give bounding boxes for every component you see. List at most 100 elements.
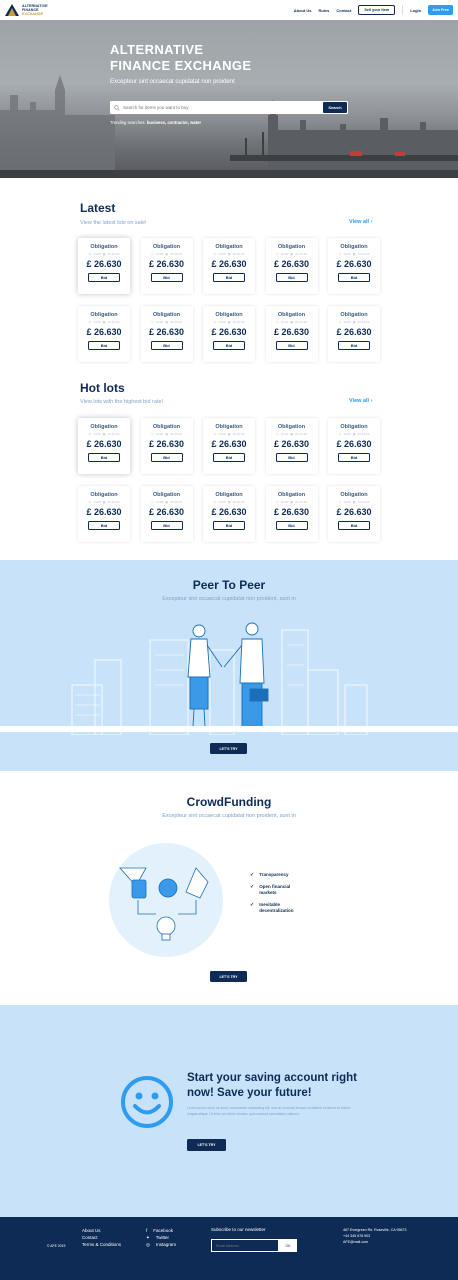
bid-button[interactable]: Bid	[88, 341, 120, 350]
bid-button[interactable]: Bid	[338, 273, 370, 282]
nav-rules[interactable]: Rules	[319, 8, 330, 13]
calendar-icon: ▦	[290, 500, 294, 504]
lot-date: 23.10.19	[170, 252, 182, 256]
footer-link-about[interactable]: About Us	[82, 1227, 121, 1234]
lot-card[interactable]: Obligation ◷ 14:00 ▦ 23.10.19 £ 26.630 Bid	[265, 418, 318, 474]
bid-button[interactable]: Bid	[213, 273, 245, 282]
lot-card[interactable]: Obligation ◷ 14:00 ▦ 23.10.19 £ 26.630 Bid	[140, 486, 193, 542]
bid-button[interactable]: Bid	[150, 273, 183, 282]
calendar-icon: ▦	[165, 320, 169, 324]
lot-date: 23.10.19	[170, 320, 182, 324]
lot-card[interactable]: Obligation ◷ 14:00 ▦ 23.10.19 £ 26.630 Bid	[78, 238, 130, 294]
calendar-icon: ▦	[102, 500, 106, 504]
join-free-button[interactable]: Join Free	[428, 5, 453, 15]
lot-price: £ 26.630	[86, 439, 122, 449]
hot-lots-subtitle: View lots with the highest bid rate!	[80, 399, 164, 405]
lot-card[interactable]: Obligation ◷ 14:00 ▦ 23.10.19 £ 26.630 Bid	[203, 486, 255, 542]
latest-view-all-label: View all	[349, 219, 370, 225]
bid-button[interactable]: Bid	[338, 521, 370, 530]
lot-card[interactable]: Obligation ◷ 14:00 ▦ 23.10.19 £ 26.630 Bid	[78, 486, 130, 542]
lot-card[interactable]: Obligation ◷ 14:00 ▦ 23.10.19 £ 26.630 Bid	[328, 238, 380, 294]
lot-title: Obligation	[215, 424, 243, 430]
hot-lots-title: Hot lots	[80, 381, 125, 395]
bid-button[interactable]: Bid	[150, 453, 183, 462]
email-address[interactable]: AFE@mail.com	[343, 1239, 407, 1245]
lot-meta: ◷ 14:00 ▦ 23.10.19	[151, 500, 182, 504]
lot-card[interactable]: Obligation ◷ 14:00 ▦ 23.10.19 £ 26.630 Bid	[328, 486, 380, 542]
lot-card[interactable]: Obligation ◷ 14:00 ▦ 23.10.19 £ 26.630 Bid	[203, 306, 255, 362]
bid-button[interactable]: Bid	[338, 453, 370, 462]
nav-contact[interactable]: Contact	[336, 8, 351, 13]
lot-time: 14:00	[218, 320, 226, 324]
bid-button[interactable]: Bid	[275, 273, 308, 282]
lot-card[interactable]: Obligation ◷ 14:00 ▦ 23.10.19 £ 26.630 Bid	[140, 418, 193, 474]
lot-title: Obligation	[340, 244, 368, 250]
bid-button[interactable]: Bid	[150, 341, 183, 350]
contact-info: 467 Evergreen Rd. Roseville, CA 95673 +4…	[343, 1227, 407, 1245]
bid-button[interactable]: Bid	[338, 341, 370, 350]
facebook-icon: f	[146, 1228, 148, 1233]
lot-card[interactable]: Obligation ◷ 14:00 ▦ 23.10.19 £ 26.630 Bid	[78, 306, 130, 362]
latest-view-all-link[interactable]: View all ›	[349, 219, 372, 225]
lot-price: £ 26.630	[273, 439, 310, 449]
bid-button[interactable]: Bid	[88, 273, 120, 282]
lot-card[interactable]: Obligation ◷ 14:00 ▦ 23.10.19 £ 26.630 Bid	[265, 486, 318, 542]
bid-button[interactable]: Bid	[213, 521, 245, 530]
bid-button[interactable]: Bid	[88, 453, 120, 462]
footer-link-contact[interactable]: Contact	[82, 1234, 121, 1241]
lot-card[interactable]: Obligation ◷ 14:00 ▦ 23.10.19 £ 26.630 Bid	[328, 418, 380, 474]
social-facebook[interactable]: f Facebook	[146, 1227, 176, 1234]
p2p-lets-try-button[interactable]: LET'S TRY	[210, 743, 247, 754]
lot-meta: ◷ 14:00 ▦ 23.10.19	[151, 432, 182, 436]
bid-button[interactable]: Bid	[213, 341, 245, 350]
calendar-icon: ▦	[290, 432, 294, 436]
trending-terms[interactable]: business, contractor, water	[147, 120, 201, 125]
newsletter-ok-button[interactable]: OK	[279, 1239, 297, 1252]
lot-date: 23.10.19	[357, 500, 370, 504]
bid-button[interactable]: Bid	[275, 341, 308, 350]
lot-card[interactable]: Obligation ◷ 14:00 ▦ 23.10.19 £ 26.630 Bid	[78, 418, 130, 474]
social-twitter[interactable]: ✦ Twitter	[146, 1234, 176, 1241]
lot-card[interactable]: Obligation ◷ 14:00 ▦ 23.10.19 £ 26.630 Bid	[140, 306, 193, 362]
lot-price: £ 26.630	[148, 327, 185, 337]
social-instagram[interactable]: ◎ Instagram	[146, 1241, 176, 1248]
lot-card[interactable]: Obligation ◷ 14:00 ▦ 23.10.19 £ 26.630 Bid	[265, 306, 318, 362]
calendar-icon: ▦	[227, 252, 231, 256]
bid-button[interactable]: Bid	[88, 521, 120, 530]
site-logo[interactable]: ALTERNATIVE FINANCE EXCHANGE	[5, 4, 62, 16]
saving-lets-try-button[interactable]: LET'S TRY	[187, 1139, 226, 1151]
login-link[interactable]: Login	[410, 8, 421, 13]
lot-title: Obligation	[277, 244, 306, 250]
lot-time: 14:00	[343, 500, 351, 504]
social-label: Twitter	[155, 1235, 170, 1240]
lot-card[interactable]: Obligation ◷ 14:00 ▦ 23.10.19 £ 26.630 Bid	[140, 238, 193, 294]
feature-label: Open financial markets	[259, 884, 291, 895]
crowdfunding-subtitle: Excepteur sint occaecat cupidatat non pr…	[162, 813, 296, 819]
main-nav: About Us Rules Contact Sell your Item Lo…	[294, 5, 453, 15]
bid-button[interactable]: Bid	[275, 521, 308, 530]
lot-price: £ 26.630	[211, 259, 247, 269]
newsletter-email-input[interactable]	[211, 1239, 279, 1252]
lot-date: 23.10.19	[357, 432, 370, 436]
bid-button[interactable]: Bid	[150, 521, 183, 530]
crowdfunding-lets-try-button[interactable]: LET'S TRY	[210, 971, 247, 982]
nav-about-us[interactable]: About Us	[294, 8, 312, 13]
search-button[interactable]: Search	[323, 102, 347, 113]
lot-meta: ◷ 14:00 ▦ 23.10.19	[276, 432, 307, 436]
lot-card[interactable]: Obligation ◷ 14:00 ▦ 23.10.19 £ 26.630 Bid	[328, 306, 380, 362]
sell-item-button[interactable]: Sell your Item	[358, 5, 396, 15]
clock-icon: ◷	[213, 252, 217, 256]
lot-card[interactable]: Obligation ◷ 14:00 ▦ 23.10.19 £ 26.630 Bid	[203, 418, 255, 474]
clock-icon: ◷	[338, 432, 342, 436]
hot-view-all-link[interactable]: View all ›	[349, 398, 372, 404]
lot-time: 14:00	[218, 432, 226, 436]
lot-meta: ◷ 14:00 ▦ 23.10.19	[339, 320, 370, 324]
bid-button[interactable]: Bid	[275, 453, 308, 462]
instagram-icon: ◎	[146, 1242, 150, 1247]
calendar-icon: ▦	[290, 320, 294, 324]
search-input[interactable]	[123, 105, 323, 110]
footer-link-terms[interactable]: Terms & Conditions	[82, 1241, 121, 1248]
lot-card[interactable]: Obligation ◷ 14:00 ▦ 23.10.19 £ 26.630 Bid	[265, 238, 318, 294]
bid-button[interactable]: Bid	[213, 453, 245, 462]
lot-card[interactable]: Obligation ◷ 14:00 ▦ 23.10.19 £ 26.630 Bid	[203, 238, 255, 294]
